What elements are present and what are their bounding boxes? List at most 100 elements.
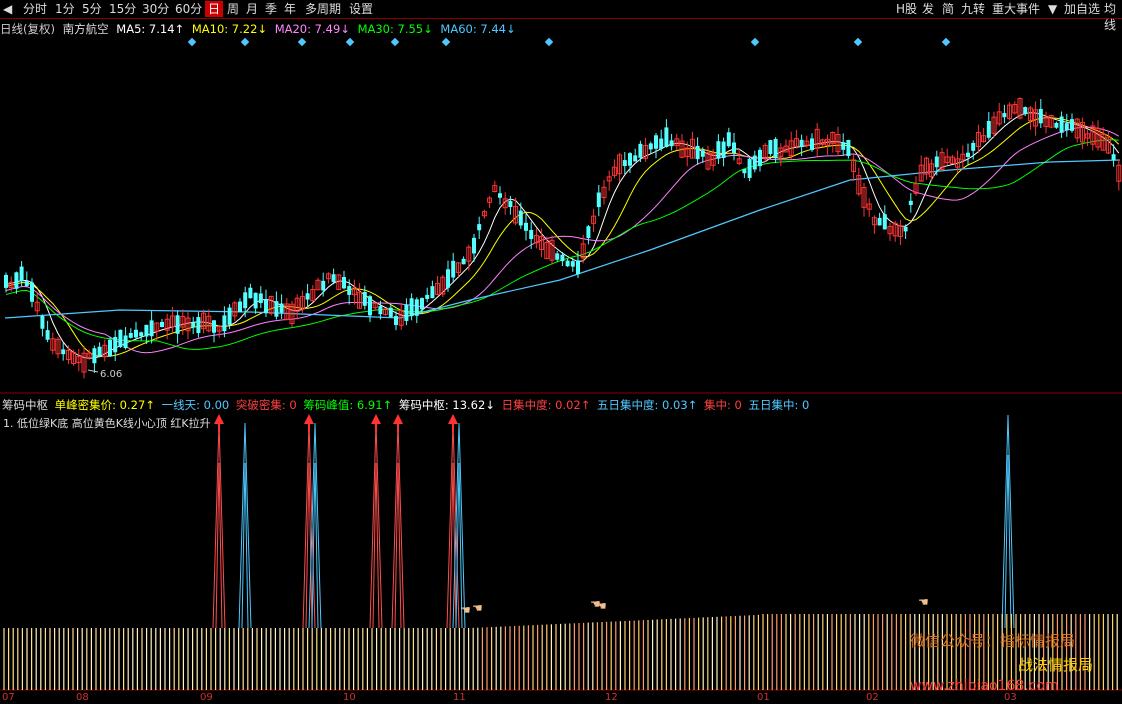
candle-body (19, 266, 24, 282)
candle-body (248, 287, 253, 299)
peak-value: 筹码峰值: 6.91↑ (303, 398, 393, 412)
candle-body (570, 261, 575, 267)
candle-body (1111, 154, 1116, 161)
candle-body (222, 315, 227, 332)
candle-body (799, 139, 804, 147)
watermark-wechat: 微信公众号：指标情报局 (910, 632, 1076, 650)
candle-body (669, 140, 674, 147)
candle-body (498, 193, 502, 198)
candle-body (768, 140, 773, 155)
candle-body (139, 332, 144, 337)
event-diamond (390, 37, 400, 47)
event-diamond (853, 37, 863, 47)
candle-body (695, 145, 700, 160)
event-diamond (941, 37, 951, 47)
candle-body (529, 229, 534, 240)
candle-body (877, 217, 882, 226)
candle-body (134, 329, 138, 338)
candle-body (4, 274, 8, 288)
ma-line (5, 112, 1120, 359)
breakout-value: 突破密集: 0 (235, 398, 297, 412)
one-line-value: 一线天: 0.00 (161, 398, 230, 412)
ma-line (5, 139, 1119, 350)
candle-body (659, 138, 664, 150)
candle-body (40, 315, 45, 329)
date-label: 08 (76, 692, 89, 703)
candle-body (747, 158, 752, 178)
candle-body (123, 335, 128, 349)
candle-body (518, 210, 523, 226)
candle-body (128, 333, 133, 338)
single-peak-value: 单峰密集价: 0.27↑ (54, 398, 155, 412)
watermark-zhanfa: 战法情报局 (1018, 656, 1094, 674)
spike (391, 422, 405, 629)
event-diamond (750, 37, 760, 47)
candle-body (253, 292, 258, 309)
date-label: 10 (343, 692, 356, 703)
event-diamond (544, 37, 554, 47)
candle-body (321, 280, 326, 291)
up-arrow-icon (214, 414, 224, 424)
candle-body (586, 226, 591, 238)
low-marker-line (87, 369, 99, 373)
candle-body (414, 299, 419, 316)
kline-chart[interactable]: ☚ ☚ ☚☚ ☚ 6.06 (0, 0, 1122, 704)
candle-body (144, 324, 149, 337)
candle-body (461, 258, 466, 265)
spike (238, 422, 252, 629)
candle-body (451, 260, 456, 278)
hand-pointer-icon: ☚ (472, 601, 483, 615)
candle-body (196, 317, 201, 334)
candle-body (212, 320, 216, 333)
candle-body (227, 307, 232, 325)
candle-body (773, 138, 778, 159)
candle-body (30, 282, 34, 302)
candle-body (388, 307, 393, 317)
candle-body (565, 260, 570, 267)
up-arrow-icon (393, 414, 403, 424)
candle-body (654, 135, 658, 149)
concentration: 集中: 0 (703, 398, 742, 412)
candle-body (92, 348, 97, 364)
date-label: 12 (605, 692, 618, 703)
spike (308, 422, 322, 629)
event-diamond (187, 37, 197, 47)
candle-body (986, 121, 991, 138)
event-diamond (240, 37, 250, 47)
indicator-note: 1. 低位绿K底 高位黄色K线小心顶 红K拉升 (3, 417, 211, 430)
candle-body (1002, 113, 1007, 118)
candle-body (279, 303, 284, 313)
low-price-label: 6.06 (100, 369, 122, 380)
candle-body (258, 293, 263, 304)
event-markers (187, 37, 951, 47)
candle-body (966, 152, 970, 157)
candle-body (638, 143, 643, 158)
candle-body (446, 269, 450, 288)
candle-body (716, 141, 721, 159)
spike (212, 422, 226, 629)
indicator-legend: 筹码中枢 单峰密集价: 0.27↑ 一线天: 0.00 突破密集: 0 筹码峰值… (2, 397, 812, 412)
candle-body (404, 304, 409, 321)
candle-body (113, 336, 118, 353)
watermark-url: www.zhibiao168.com (910, 678, 1059, 694)
candle-body (191, 322, 196, 328)
candle-body (524, 222, 528, 231)
candle-body (555, 253, 560, 260)
candle-body (726, 132, 731, 147)
up-arrow-icon (448, 414, 458, 424)
candle-body (1054, 122, 1059, 128)
candle-body (175, 315, 180, 334)
candle-body (331, 274, 336, 283)
candle-body (732, 142, 736, 154)
candle-body (742, 169, 747, 174)
candle-body (238, 301, 242, 312)
candle-body (633, 155, 638, 162)
date-label: 07 (2, 692, 15, 703)
candle-body (1059, 116, 1064, 133)
candle-body (508, 200, 513, 208)
date-label: 11 (453, 692, 466, 703)
candle-body (264, 299, 268, 314)
candle-body (362, 291, 367, 306)
candle-body (274, 301, 279, 317)
hand-pointer-icon: ☚ (918, 595, 929, 609)
